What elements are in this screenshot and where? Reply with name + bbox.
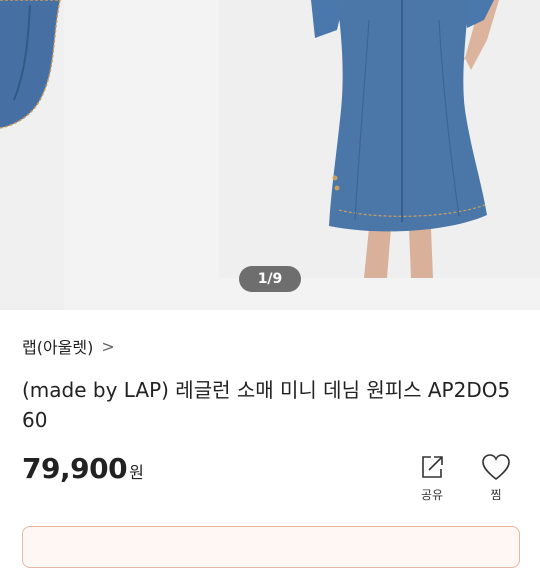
current-product-image bbox=[219, 0, 540, 278]
wishlist-label: 찜 bbox=[490, 488, 502, 502]
wishlist-button[interactable]: 찜 bbox=[474, 452, 518, 503]
chevron-right-icon: > bbox=[101, 336, 115, 356]
share-label: 공유 bbox=[420, 488, 444, 502]
share-button[interactable]: 공유 bbox=[410, 452, 454, 503]
previous-product-image[interactable] bbox=[0, 0, 64, 310]
option-select-box[interactable] bbox=[22, 526, 520, 568]
brand-name: 랩(아울렛) bbox=[22, 338, 94, 357]
product-image-gallery[interactable]: 1/9 bbox=[0, 0, 540, 310]
heart-icon bbox=[482, 454, 510, 481]
brand-link[interactable]: 랩(아울렛) > bbox=[22, 333, 115, 359]
share-icon bbox=[422, 456, 443, 478]
product-title: (made by LAP) 레글런 소매 미니 데님 원피스 AP2DO560 bbox=[22, 378, 511, 432]
product-price: 79,900 원 bbox=[22, 452, 144, 485]
image-counter-badge: 1/9 bbox=[239, 266, 301, 292]
price-currency: 원 bbox=[129, 463, 144, 482]
price-amount: 79,900 bbox=[22, 452, 128, 485]
